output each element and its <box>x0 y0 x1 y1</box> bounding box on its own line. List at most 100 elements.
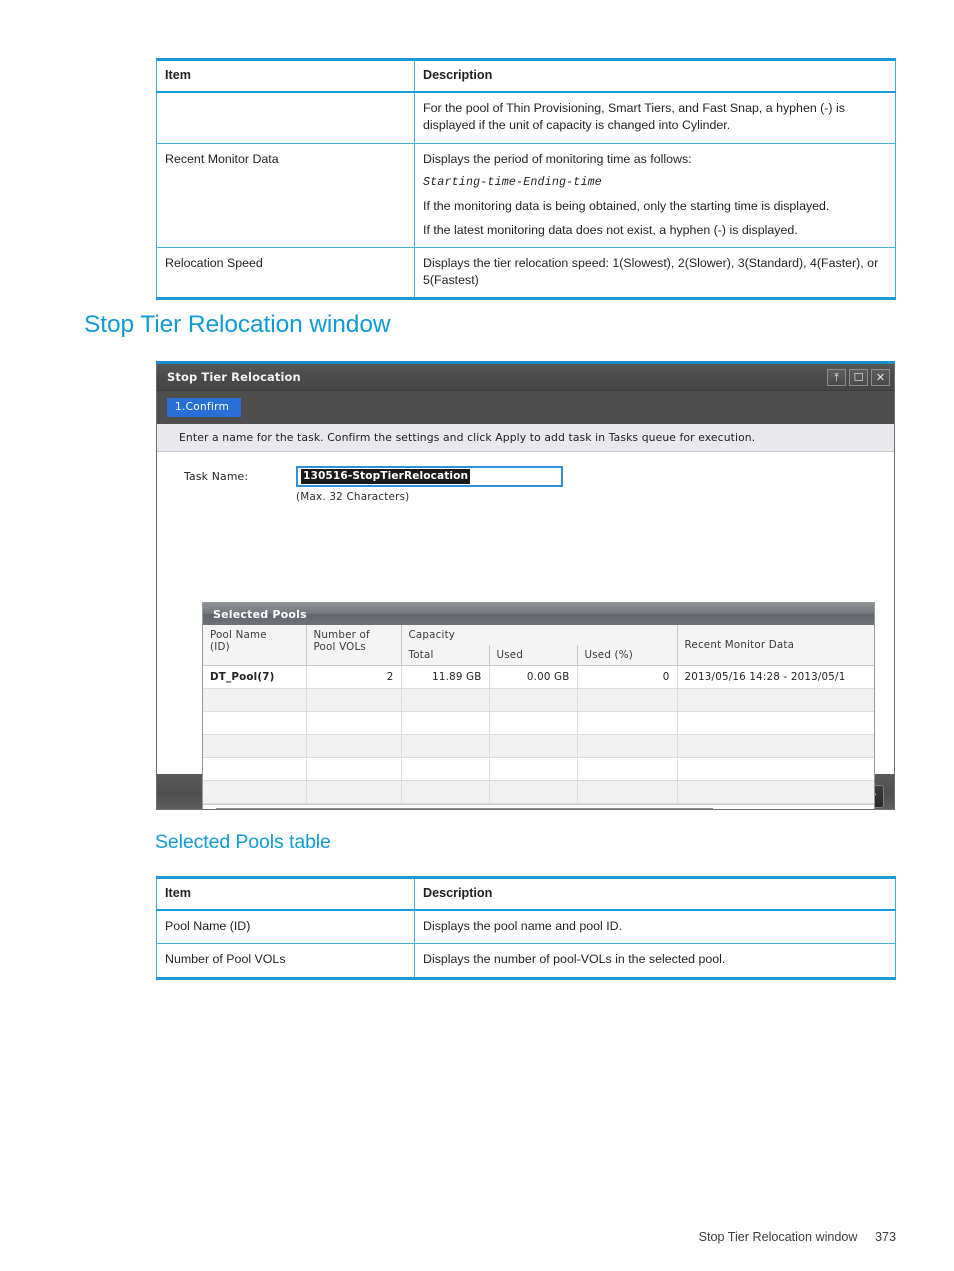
cell-empty <box>677 757 874 781</box>
page-footer: Stop Tier Relocation window 373 <box>699 1230 896 1244</box>
stop-tier-relocation-dialog: Stop Tier Relocation ⤒ ☐ ✕ 1.Confirm Ent… <box>156 361 895 810</box>
cell-empty <box>401 688 490 712</box>
cell-used-pct: 0 <box>577 665 678 689</box>
window-controls: ⤒ ☐ ✕ <box>827 368 890 386</box>
page-number: 373 <box>874 1230 896 1244</box>
column-header-description: Description <box>414 876 896 912</box>
cell-item: Pool Name (ID) <box>156 909 415 945</box>
task-name-value: 130516-StopTierRelocation <box>301 469 471 484</box>
description-paragraph: Displays the tier relocation speed: 1(Sl… <box>423 255 879 288</box>
cell-empty <box>203 688 307 712</box>
tab-confirm[interactable]: 1.Confirm <box>167 398 242 417</box>
dialog-tabstrip: 1.Confirm <box>157 391 894 424</box>
attributes-table-top: Item Description For the pool of Thin Pr… <box>156 58 896 301</box>
cell-empty <box>401 734 490 758</box>
grid-header-row-1: Pool Name (ID) Number of Pool VOLs Capac… <box>203 625 874 666</box>
column-header-pool-vols-line2: Pool VOLs <box>313 641 366 653</box>
cell-description: Displays the number of pool-VOLs in the … <box>414 943 896 980</box>
cell-empty <box>677 734 874 758</box>
task-name-label: Task Name: <box>184 470 249 483</box>
maximize-icon[interactable]: ☐ <box>849 368 868 386</box>
cell-empty <box>577 780 678 804</box>
cell-empty <box>203 711 307 735</box>
table-row-empty <box>203 711 874 735</box>
description-paragraph: If the monitoring data is being obtained… <box>423 198 830 213</box>
cell-empty <box>489 757 578 781</box>
task-name-input[interactable]: 130516-StopTierRelocation <box>296 466 563 487</box>
table-row: Number of Pool VOLs Displays the number … <box>156 943 896 980</box>
description-paragraph: Displays the period of monitoring time a… <box>423 151 692 166</box>
cell-description: Displays the tier relocation speed: 1(Sl… <box>414 246 896 301</box>
cell-empty <box>401 780 490 804</box>
cell-empty <box>203 780 307 804</box>
column-header-pool-name-line2: (ID) <box>210 641 230 653</box>
cell-empty <box>489 688 578 712</box>
column-header-description: Description <box>414 58 896 94</box>
selected-pools-panel: Selected Pools Pool Name (ID) Number of … <box>202 602 875 809</box>
page-footer-title: Stop Tier Relocation window <box>698 1230 858 1244</box>
description-paragraph: If the latest monitoring data does not e… <box>423 222 798 237</box>
cell-empty <box>577 734 678 758</box>
table-row: Relocation Speed Displays the tier reloc… <box>156 246 896 301</box>
dialog-title: Stop Tier Relocation <box>167 370 301 384</box>
cell-empty <box>306 688 402 712</box>
cell-empty <box>677 688 874 712</box>
dialog-titlebar: Stop Tier Relocation ⤒ ☐ ✕ <box>157 364 894 391</box>
cell-empty <box>577 688 678 712</box>
column-header-pool-vols[interactable]: Number of Pool VOLs <box>306 625 402 666</box>
cell-description: For the pool of Thin Provisioning, Smart… <box>414 91 896 144</box>
column-header-recent-monitor-data[interactable]: Recent Monitor Data <box>677 625 874 666</box>
cell-empty <box>203 734 307 758</box>
column-group-header-capacity: Capacity <box>401 625 678 645</box>
cell-empty <box>577 757 678 781</box>
table-row-empty <box>203 734 874 758</box>
cell-description: Displays the pool name and pool ID. <box>414 909 896 945</box>
column-header-used[interactable]: Used <box>489 645 578 666</box>
dialog-instruction: Enter a name for the task. Confirm the s… <box>157 424 894 452</box>
cell-empty <box>489 734 578 758</box>
cell-item <box>156 91 415 144</box>
cell-item: Recent Monitor Data <box>156 142 415 248</box>
column-header-item: Item <box>156 58 415 94</box>
cell-pool-name: DT_Pool(7) <box>203 665 307 689</box>
table-row: Recent Monitor Data Displays the period … <box>156 142 896 248</box>
cell-empty <box>677 780 874 804</box>
cell-empty <box>401 711 490 735</box>
cell-empty <box>577 711 678 735</box>
table-row: For the pool of Thin Provisioning, Smart… <box>156 91 896 144</box>
cell-empty <box>489 780 578 804</box>
column-header-total[interactable]: Total <box>401 645 490 666</box>
cell-empty <box>203 757 307 781</box>
selected-pools-grid: Pool Name (ID) Number of Pool VOLs Capac… <box>203 625 874 804</box>
cell-empty <box>401 757 490 781</box>
cell-total: 11.89 GB <box>401 665 490 689</box>
subsection-heading: Selected Pools table <box>155 831 331 853</box>
table-row[interactable]: DT_Pool(7) 2 11.89 GB 0.00 GB 0 2013/05/… <box>203 665 874 689</box>
column-header-used-pct[interactable]: Used (%) <box>577 645 678 666</box>
cell-empty <box>677 711 874 735</box>
close-icon[interactable]: ✕ <box>871 368 890 386</box>
table-row-empty <box>203 688 874 712</box>
selected-pools-panel-title: Selected Pools <box>203 603 874 625</box>
table-row-empty <box>203 780 874 804</box>
cell-pool-vols: 2 <box>306 665 402 689</box>
table-row-empty <box>203 757 874 781</box>
column-header-item: Item <box>156 876 415 912</box>
cell-item: Number of Pool VOLs <box>156 943 415 980</box>
cell-empty <box>306 711 402 735</box>
table-header-row: Item Description <box>156 876 896 912</box>
column-header-pool-name[interactable]: Pool Name (ID) <box>203 625 307 666</box>
section-heading: Stop Tier Relocation window <box>84 311 391 338</box>
cell-description: Displays the period of monitoring time a… <box>414 142 896 248</box>
cell-empty <box>306 757 402 781</box>
table-row: Pool Name (ID) Displays the pool name an… <box>156 909 896 945</box>
cell-empty <box>306 780 402 804</box>
cell-item: Relocation Speed <box>156 246 415 301</box>
pin-icon[interactable]: ⤒ <box>827 368 846 386</box>
description-code-paragraph: Starting-time-Ending-time <box>423 175 602 189</box>
column-header-pool-name-line1: Pool Name <box>210 629 267 641</box>
table-header-row: Item Description <box>156 58 896 94</box>
cell-empty <box>306 734 402 758</box>
selected-pools-attributes-table: Item Description Pool Name (ID) Displays… <box>156 876 896 980</box>
task-name-hint: (Max. 32 Characters) <box>296 491 410 503</box>
